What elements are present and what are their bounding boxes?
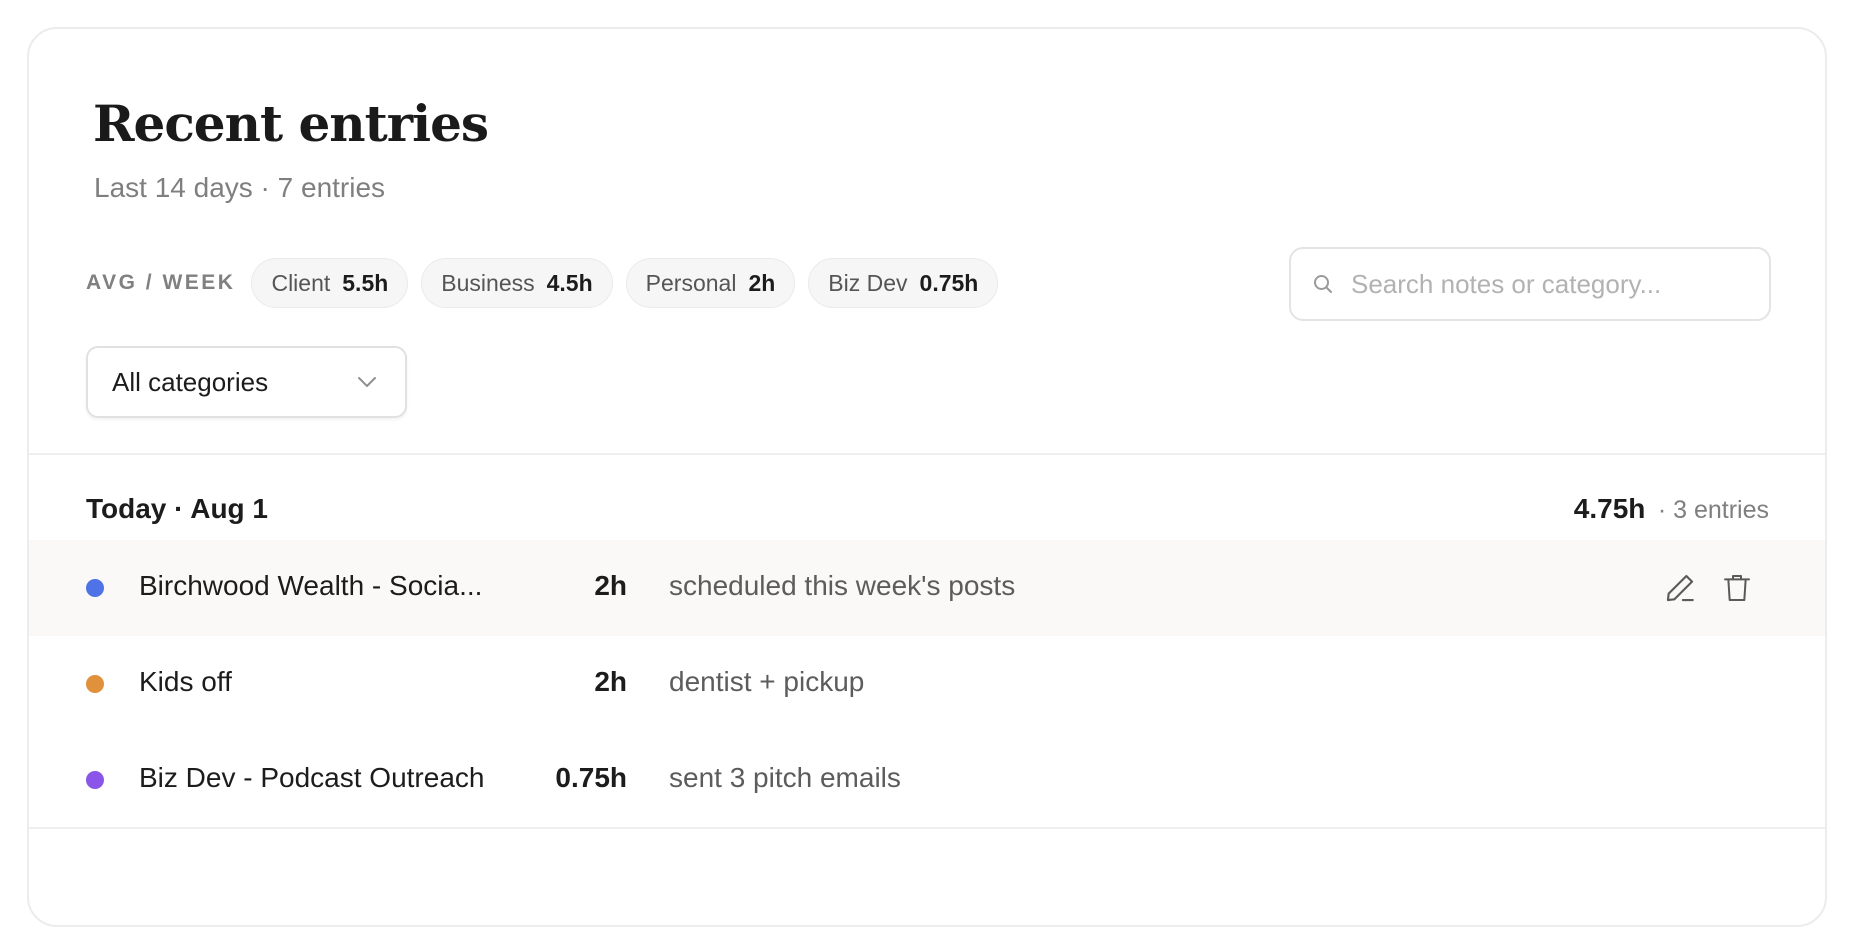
- search-input[interactable]: [1349, 267, 1753, 301]
- category-color-dot: [86, 675, 104, 693]
- edit-entry-button[interactable]: [1660, 568, 1700, 608]
- page-title: Recent entries: [93, 94, 489, 153]
- day-group-title: Today · Aug 1: [86, 493, 268, 524]
- chevron-down-icon: [358, 377, 376, 387]
- entry-row[interactable]: Kids off 2h dentist + pickup: [29, 636, 1825, 732]
- entry-hours: 0.75h: [555, 762, 627, 793]
- day-group-header: Today · Aug 1 4.75h · 3 entries: [86, 489, 1769, 529]
- recent-entries-card: Recent entries Last 14 days · 7 entries …: [27, 27, 1827, 927]
- entry-row[interactable]: Biz Dev - Podcast Outreach 0.75h sent 3 …: [29, 732, 1825, 828]
- entry-hours: 2h: [594, 666, 627, 697]
- entry-hours: 2h: [594, 570, 627, 601]
- average-name: Client: [271, 269, 331, 296]
- average-pill-biz-dev: Biz Dev 0.75h: [808, 258, 999, 308]
- average-pill-personal: Personal 2h: [625, 258, 796, 308]
- trash-icon: [1724, 575, 1750, 601]
- search-box[interactable]: [1289, 247, 1771, 321]
- category-filter-value: All categories: [112, 366, 269, 397]
- day-group-count: · 3 entries: [1657, 496, 1769, 524]
- average-value: 0.75h: [919, 269, 979, 296]
- page-subtitle: Last 14 days · 7 entries: [94, 172, 386, 203]
- entry-note: sent 3 pitch emails: [669, 762, 901, 793]
- average-value: 4.5h: [546, 269, 593, 296]
- entry-name: Kids off: [139, 666, 232, 697]
- entry-note: dentist + pickup: [669, 666, 865, 697]
- average-pill-client: Client 5.5h: [251, 258, 409, 308]
- day-group-summary: 4.75h · 3 entries: [1574, 493, 1769, 525]
- average-value: 5.5h: [342, 269, 389, 296]
- section-divider: [29, 453, 1825, 455]
- average-name: Biz Dev: [828, 269, 908, 296]
- category-filter-select[interactable]: All categories: [86, 346, 407, 418]
- entry-row[interactable]: Birchwood Wealth - Socia... 2h scheduled…: [29, 540, 1825, 636]
- average-value: 2h: [748, 269, 776, 296]
- average-name: Business: [441, 269, 535, 296]
- day-group-total: 4.75h: [1573, 493, 1646, 524]
- average-name: Personal: [645, 269, 737, 296]
- average-pill-business: Business 4.5h: [421, 258, 613, 308]
- entry-actions: [1643, 568, 1757, 608]
- category-color-dot: [86, 771, 104, 789]
- search-icon: [1314, 275, 1332, 293]
- category-color-dot: [86, 579, 104, 597]
- section-divider: [29, 827, 1825, 829]
- entry-note: scheduled this week's posts: [669, 570, 1016, 601]
- entry-name: Biz Dev - Podcast Outreach: [139, 762, 485, 793]
- weekly-averages: AVG / WEEK Client 5.5h Business 4.5h Per…: [86, 258, 1011, 308]
- averages-label: AVG / WEEK: [86, 271, 236, 294]
- entry-name: Birchwood Wealth - Socia...: [139, 570, 483, 601]
- delete-entry-button[interactable]: [1717, 568, 1757, 608]
- pencil-icon: [1666, 574, 1694, 602]
